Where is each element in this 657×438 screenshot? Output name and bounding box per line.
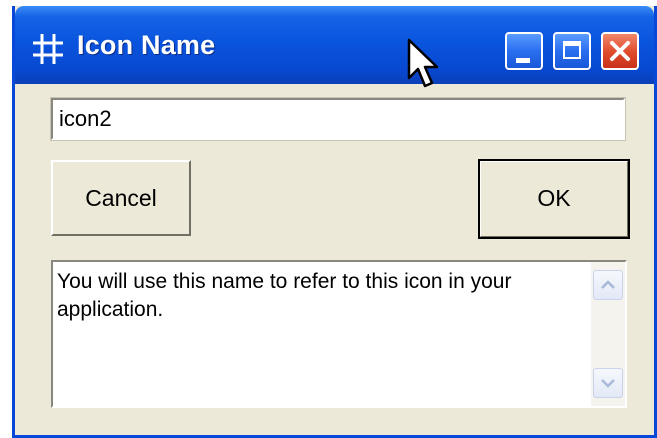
vertical-scrollbar[interactable] — [591, 262, 625, 406]
scroll-up-button[interactable] — [593, 270, 623, 300]
maximize-icon — [563, 41, 581, 59]
scroll-down-button[interactable] — [593, 368, 623, 398]
info-text-area[interactable]: You will use this name to refer to this … — [51, 260, 627, 408]
grid-icon — [33, 34, 63, 64]
icon-name-input[interactable]: icon2 — [50, 97, 626, 141]
close-icon — [610, 41, 630, 61]
minimize-button[interactable] — [505, 32, 543, 70]
ok-button[interactable]: OK — [478, 159, 630, 239]
title-bar[interactable]: Icon Name — [15, 6, 654, 84]
close-button[interactable] — [601, 32, 639, 70]
scroll-up-icon — [601, 280, 615, 289]
mouse-cursor-icon — [407, 38, 439, 88]
info-text: You will use this name to refer to this … — [57, 270, 512, 321]
window-title: Icon Name — [77, 30, 216, 60]
cancel-button[interactable]: Cancel — [51, 160, 191, 236]
maximize-button[interactable] — [553, 32, 591, 70]
scroll-down-icon — [601, 379, 615, 388]
icon-name-dialog: Icon Name icon2 Cancel OK You will use t… — [12, 6, 657, 438]
minimize-icon — [516, 58, 530, 63]
